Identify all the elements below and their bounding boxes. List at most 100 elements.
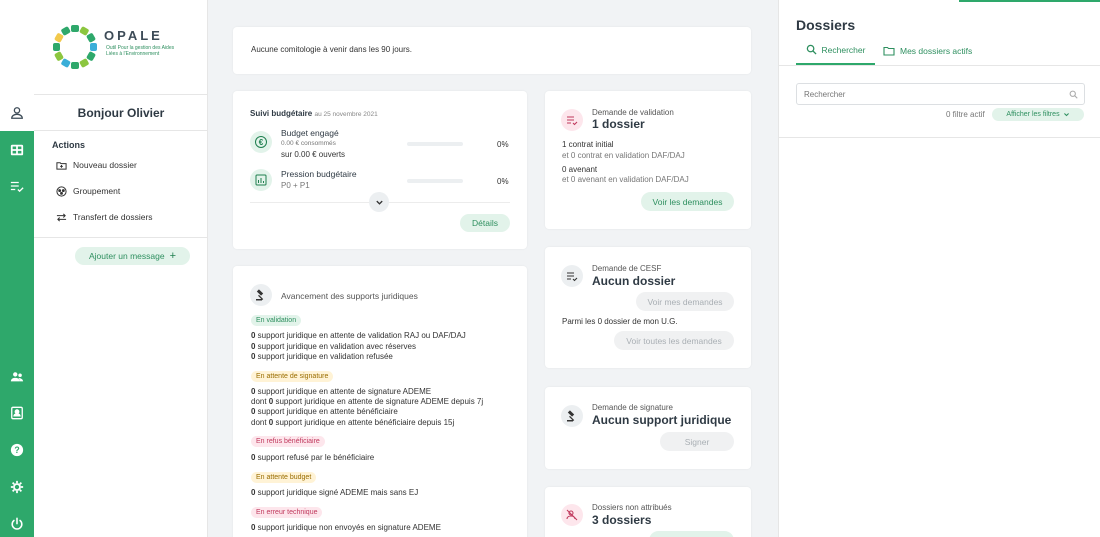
search-box[interactable]: [796, 83, 1085, 105]
sign-button[interactable]: Signer: [660, 432, 734, 451]
search-field-icon[interactable]: [1069, 90, 1078, 99]
juridique-line: 0 support refusé par le bénéficiaire: [251, 453, 375, 462]
filter-count: 0 filtre actif: [946, 110, 985, 119]
view-my-requests-button[interactable]: Voir mes demandes: [636, 292, 734, 311]
gavel-icon: [250, 284, 272, 306]
budget-heading: Suivi budgétaire au 25 novembre 2021: [250, 109, 378, 118]
cesf-count: Aucun dossier: [592, 274, 676, 288]
view-all-requests-button[interactable]: Voir toutes les demandes: [614, 331, 734, 350]
budget-engage-label: Budget engagé: [281, 128, 339, 138]
cesf-list-icon: [561, 265, 583, 287]
grouping-action[interactable]: Groupement: [56, 184, 120, 198]
tag-en-validation: En validation: [251, 315, 302, 326]
budget-opened: sur 0.00 € ouverts: [281, 150, 346, 159]
team-icon[interactable]: [7, 367, 27, 387]
juridique-line: 0 support juridique en validation avec r…: [251, 342, 416, 351]
juridique-line: 0 support juridique en attente bénéficia…: [251, 407, 398, 416]
actions-title: Actions: [52, 140, 86, 150]
budget-consumed: 0.00 € consommés: [281, 140, 336, 147]
chevron-down-icon: [375, 200, 383, 205]
add-message-button[interactable]: Ajouter un message +: [75, 247, 190, 265]
search-input[interactable]: [797, 84, 1047, 104]
accent-line: [959, 0, 1100, 2]
tab-mes-dossiers-actifs[interactable]: Mes dossiers actifs: [883, 36, 972, 65]
juridique-line: dont 0 support juridique en attente béné…: [251, 418, 455, 427]
juridique-line: 0 support juridique en attente de signat…: [251, 387, 432, 396]
validation-count: 1 dossier: [592, 117, 645, 131]
show-filters-button[interactable]: Afficher les filtres: [992, 108, 1084, 121]
logo-name: OPALE: [104, 28, 163, 43]
opale-logo[interactable]: OPALE Outil Pour la gestion des Aides Li…: [50, 22, 190, 72]
contact-card-icon[interactable]: [7, 403, 27, 423]
settings-gear-icon[interactable]: [7, 477, 27, 497]
budget-card: Suivi budgétaire au 25 novembre 2021 € B…: [233, 91, 527, 249]
unassigned-card: Dossiers non attribués 3 dossiers: [545, 487, 751, 537]
budget-pression-progress: [407, 179, 463, 183]
juridique-line: 0 support juridique non envoyés en signa…: [251, 523, 441, 532]
dashboard-icon[interactable]: [7, 140, 27, 160]
show-filters-label: Afficher les filtres: [1006, 111, 1060, 118]
unassigned-title: Dossiers non attribués: [592, 503, 672, 512]
validation-line: et 0 avenant en validation DAF/DAJ: [562, 175, 689, 184]
dossiers-panel: Dossiers Rechercher Mes dossiers actifs …: [778, 0, 1100, 537]
divider: [34, 94, 208, 95]
juridique-line: 0 support juridique signé ADEME mais san…: [251, 488, 419, 497]
budget-engage-percent: 0%: [497, 140, 509, 149]
tag-en-attente-signature: En attente de signature: [251, 371, 334, 382]
divider: [34, 237, 208, 238]
add-message-label: Ajouter un message: [88, 251, 165, 261]
icon-rail: ?: [0, 0, 34, 537]
validation-title: Demande de validation: [592, 108, 674, 117]
divider: [779, 65, 1100, 66]
logo-tagline: Outil Pour la gestion des Aides Liées à …: [106, 45, 175, 57]
euro-icon: €: [250, 131, 272, 153]
cesf-text: Parmi les 0 dossier de mon U.G.: [562, 317, 678, 326]
cesf-card: Demande de CESF Aucun dossier Voir mes d…: [545, 247, 751, 368]
unassigned-count: 3 dossiers: [592, 513, 652, 527]
transfer-arrows-icon: [56, 212, 67, 222]
transfer-action[interactable]: Transfert de dossiers: [56, 210, 153, 224]
juridique-card: Avancement des supports juridiques En va…: [233, 266, 527, 537]
unassigned-user-icon: [561, 504, 583, 526]
left-panel: OPALE Outil Pour la gestion des Aides Li…: [34, 0, 208, 537]
user-icon[interactable]: [7, 103, 27, 123]
budget-pression-sub: P0 + P1: [281, 181, 310, 190]
validation-card: Demande de validation 1 dossier 1 contra…: [545, 91, 751, 229]
juridique-title: Avancement des supports juridiques: [281, 291, 418, 301]
tab-rechercher[interactable]: Rechercher: [796, 36, 875, 65]
opale-logo-mark: [53, 25, 97, 69]
unassigned-action-button[interactable]: [649, 531, 734, 537]
comitologie-card: Aucune comitologie à venir dans les 90 j…: [233, 27, 751, 74]
folder-icon: [883, 46, 895, 56]
tab-rechercher-label: Rechercher: [821, 44, 866, 55]
validation-list-icon: [561, 109, 583, 131]
new-folder-label: Nouveau dossier: [73, 160, 137, 170]
comitologie-text: Aucune comitologie à venir dans les 90 j…: [251, 45, 412, 54]
tab-mes-dossiers-label: Mes dossiers actifs: [900, 45, 973, 56]
tag-en-erreur-technique: En erreur technique: [251, 507, 323, 518]
power-logout-icon[interactable]: [7, 514, 27, 534]
tag-en-attente-budget: En attente budget: [251, 472, 317, 483]
budget-pression-percent: 0%: [497, 177, 509, 186]
greeting: Bonjour Olivier: [77, 106, 165, 120]
signature-card: Demande de signature Aucun support jurid…: [545, 387, 751, 469]
chart-icon: [250, 169, 272, 191]
grouping-label: Groupement: [73, 186, 121, 196]
folder-add-icon: [56, 161, 67, 170]
view-requests-button[interactable]: Voir les demandes: [641, 192, 734, 211]
validation-line: et 0 contrat en validation DAF/DAJ: [562, 151, 685, 160]
expand-chevron-button[interactable]: [369, 192, 389, 212]
list-check-icon[interactable]: [7, 176, 27, 196]
dossiers-title: Dossiers: [796, 17, 856, 33]
new-folder-action[interactable]: Nouveau dossier: [56, 158, 137, 172]
transfer-label: Transfert de dossiers: [73, 212, 153, 222]
budget-details-button[interactable]: Détails: [460, 214, 510, 232]
help-icon[interactable]: ?: [7, 440, 27, 460]
signature-count: Aucun support juridique: [592, 413, 732, 427]
budget-pression-label: Pression budgétaire: [281, 169, 357, 179]
plus-icon: +: [169, 250, 177, 262]
chevron-down-icon: [1063, 113, 1069, 117]
divider: [34, 130, 208, 131]
validation-line: 1 contrat initial: [562, 140, 614, 149]
tag-en-refus-beneficiaire: En refus bénéficiaire: [251, 436, 325, 447]
